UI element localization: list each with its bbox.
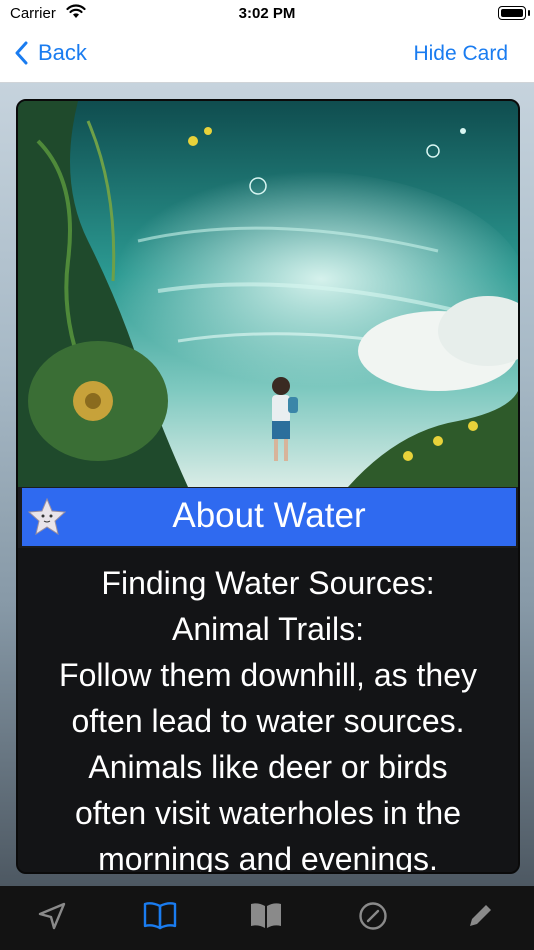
- compass-icon: [359, 902, 387, 930]
- tab-book-open[interactable]: [140, 896, 180, 936]
- back-button[interactable]: Back: [14, 40, 87, 66]
- card-text-line: often visit waterholes in the: [75, 795, 461, 831]
- card-text-line: Animal Trails:: [171, 611, 365, 647]
- battery-icon: [498, 6, 530, 20]
- card-title-band: About Water: [22, 488, 516, 546]
- book-open-icon: [143, 902, 177, 930]
- chevron-left-icon: [15, 41, 28, 65]
- tab-edit[interactable]: [460, 896, 500, 936]
- card-illustration: [18, 101, 518, 487]
- card-text-line: Animals like deer or birds: [88, 749, 448, 785]
- card-body-text: Finding Water Sources: Animal Trails: Fo…: [18, 560, 518, 874]
- back-button-label: Back: [38, 40, 87, 65]
- card-text-line: Follow them downhill, as they: [59, 657, 477, 693]
- card-text-line: often lead to water sources.: [71, 703, 465, 739]
- status-bar: Carrier 3:02 PM: [0, 0, 534, 28]
- navigation-arrow-icon: [38, 902, 66, 930]
- info-card: About Water Finding Water Sources: Anima…: [16, 99, 520, 874]
- card-text-line: mornings and evenings.: [98, 841, 438, 874]
- card-title: About Water: [172, 496, 366, 535]
- tab-navigation[interactable]: [32, 896, 72, 936]
- tab-compass[interactable]: [353, 896, 393, 936]
- book-filled-icon: [251, 903, 281, 928]
- navigation-bar: Back Hide Card: [0, 28, 534, 83]
- tab-bar: [0, 886, 534, 950]
- card-text-line: Finding Water Sources:: [101, 565, 435, 601]
- card-text-panel: Finding Water Sources: Animal Trails: Fo…: [18, 548, 518, 872]
- status-time: 3:02 PM: [238, 5, 296, 22]
- hide-card-button[interactable]: Hide Card: [413, 42, 508, 66]
- tab-book[interactable]: [246, 896, 286, 936]
- pencil-icon: [470, 905, 491, 926]
